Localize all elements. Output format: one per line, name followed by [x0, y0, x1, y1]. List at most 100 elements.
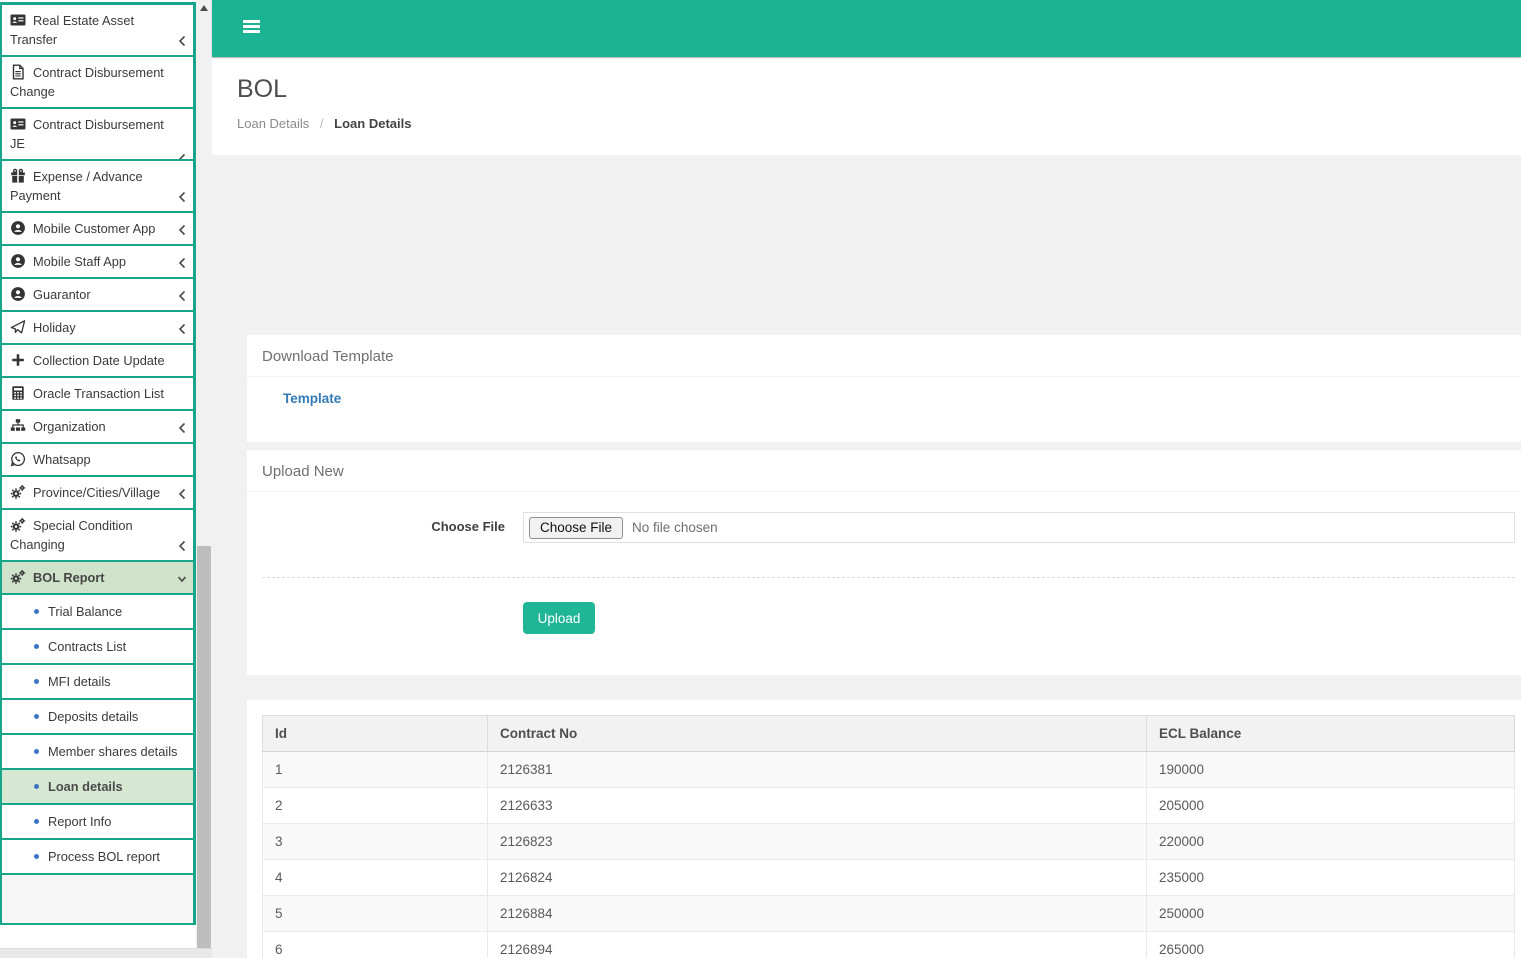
sidebar-item-province-cities-village[interactable]: Province/Cities/Village	[2, 477, 193, 510]
sidebar-item-organization[interactable]: Organization	[2, 411, 193, 444]
sidebar-item-label: Contract Disbursement JE	[10, 117, 164, 151]
sidebar-subitem-process-bol-report[interactable]: Process BOL report	[2, 840, 193, 875]
sidebar-subitem-deposits-details[interactable]: Deposits details	[2, 700, 193, 735]
chevron-left-icon	[177, 421, 187, 435]
template-download-link[interactable]: Template	[283, 391, 341, 406]
sidebar-item-guarantor[interactable]: Guarantor	[2, 279, 193, 312]
address-card-icon	[10, 116, 26, 132]
sidebar-item-label: Province/Cities/Village	[33, 485, 161, 500]
sidebar-item-contract-disbursement-je[interactable]: Contract Disbursement JE	[2, 109, 193, 161]
sidebar-scrollbar[interactable]	[196, 0, 212, 948]
sidebar-subitem-report-info[interactable]: Report Info	[2, 805, 193, 840]
upload-new-title: Upload New	[247, 450, 1521, 492]
chevron-left-icon	[177, 152, 187, 159]
user-circle-icon	[10, 220, 26, 236]
main-area: BOL Loan Details / Loan Details Download…	[212, 0, 1521, 958]
upload-button[interactable]: Upload	[523, 602, 595, 634]
sidebar-subitem-label: Deposits details	[48, 709, 139, 724]
download-template-card: Download Template Template	[247, 335, 1521, 442]
choose-file-label: Choose File	[431, 519, 505, 534]
chevron-down-icon	[177, 572, 187, 586]
cogs-icon	[10, 569, 26, 585]
sidebar-item-oracle-transaction-list[interactable]: Oracle Transaction List	[2, 378, 193, 411]
table-cell: 205000	[1146, 787, 1515, 824]
sidebar-subitem-mfi-details[interactable]: MFI details	[2, 665, 193, 700]
table-row: 1 2126381 190000	[262, 751, 1515, 788]
cogs-icon	[10, 484, 26, 500]
chevron-left-icon	[177, 322, 187, 336]
user-circle-icon	[10, 286, 26, 302]
sidebar-item-contract-disbursement-change[interactable]: Contract Disbursement Change	[2, 57, 193, 109]
bullet-icon	[34, 749, 39, 754]
sidebar-item-whatsapp[interactable]: Whatsapp	[2, 444, 193, 477]
scrollbar-up-arrow-icon[interactable]	[196, 0, 212, 16]
sitemap-icon	[10, 418, 26, 434]
sidebar-item-holiday[interactable]: Holiday	[2, 312, 193, 345]
sidebar-item-label: Whatsapp	[33, 452, 91, 467]
file-icon	[10, 64, 26, 80]
chevron-left-icon	[177, 539, 187, 553]
top-navbar	[212, 0, 1521, 57]
table-cell: 2126633	[487, 787, 1147, 824]
sidebar-item-collection-date-update[interactable]: Collection Date Update	[2, 345, 193, 378]
bullet-icon	[34, 784, 39, 789]
table-row: 2 2126633 205000	[262, 787, 1515, 824]
breadcrumb: Loan Details / Loan Details	[237, 116, 1521, 131]
table-cell: 2126894	[487, 931, 1147, 958]
sidebar-item-bol-report[interactable]: BOL Report	[2, 562, 193, 595]
content-header: BOL Loan Details / Loan Details	[212, 57, 1521, 155]
sidebar-subitem-trial-balance[interactable]: Trial Balance	[2, 595, 193, 630]
paper-plane-icon	[10, 319, 26, 335]
bullet-icon	[34, 679, 39, 684]
sidebar-item-mobile-customer-app[interactable]: Mobile Customer App	[2, 213, 193, 246]
file-chosen-status: No file chosen	[632, 520, 718, 535]
table-row: 3 2126823 220000	[262, 823, 1515, 860]
table-row: 6 2126894 265000	[262, 931, 1515, 958]
loan-details-table: Id Contract No ECL Balance 1 2126381 190000 2…	[262, 715, 1515, 958]
table-cell: 4	[262, 859, 488, 896]
table-cell: 6	[262, 931, 488, 958]
sidebar-menu: Real Estate Asset Transfer Contract Disbu…	[0, 2, 196, 925]
scrollbar-thumb[interactable]	[197, 546, 211, 948]
sidebar-subitem-label: Member shares details	[48, 744, 178, 759]
sidebar-subitem-label: MFI details	[48, 674, 111, 689]
sidebar-subitem-label: Report Info	[48, 814, 112, 829]
bullet-icon	[34, 644, 39, 649]
sidebar-subitem-member-shares-details[interactable]: Member shares details	[2, 735, 193, 770]
sidebar-item-label: Mobile Staff App	[33, 254, 126, 269]
sidebar-item-label: Special Condition Changing	[10, 518, 133, 552]
table-cell: 5	[262, 895, 488, 932]
sidebar-subitem-label: Contracts List	[48, 639, 127, 654]
bullet-icon	[34, 609, 39, 614]
hamburger-icon[interactable]	[243, 20, 260, 33]
table-cell: 2126824	[487, 859, 1147, 896]
sidebar-item-special-condition-changing[interactable]: Special Condition Changing	[2, 510, 193, 562]
table-cell: 2126884	[487, 895, 1147, 932]
loan-details-table-card: Id Contract No ECL Balance 1 2126381 190000 2…	[247, 700, 1521, 958]
bullet-icon	[34, 854, 39, 859]
table-cell: 250000	[1146, 895, 1515, 932]
address-card-icon	[10, 12, 26, 28]
sidebar-subitem-label: Process BOL report	[48, 849, 160, 864]
whatsapp-icon	[10, 451, 26, 467]
sidebar-item-mobile-staff-app[interactable]: Mobile Staff App	[2, 246, 193, 279]
breadcrumb-current: Loan Details	[334, 116, 412, 131]
file-input[interactable]: Choose File No file chosen	[523, 512, 1515, 543]
sidebar-item-expense-advance-payment[interactable]: Expense / Advance Payment	[2, 161, 193, 213]
chevron-left-icon	[177, 487, 187, 501]
sidebar-subitem-label: Trial Balance	[48, 604, 123, 619]
table-cell: 2126381	[487, 751, 1147, 788]
table-cell: 220000	[1146, 823, 1515, 860]
sidebar: Real Estate Asset Transfer Contract Disbu…	[0, 0, 196, 948]
sidebar-item-label: Guarantor	[33, 287, 91, 302]
chevron-left-icon	[177, 223, 187, 237]
choose-file-button[interactable]: Choose File	[529, 516, 624, 539]
chevron-left-icon	[177, 289, 187, 303]
gift-icon	[10, 168, 26, 184]
sidebar-item-real-estate-asset-transfer[interactable]: Real Estate Asset Transfer	[2, 5, 193, 57]
sidebar-item-label: Oracle Transaction List	[33, 386, 164, 401]
sidebar-subitem-contracts-list[interactable]: Contracts List	[2, 630, 193, 665]
sidebar-item-label: Mobile Customer App	[33, 221, 156, 236]
sidebar-subitem-loan-details[interactable]: Loan details	[2, 770, 193, 805]
breadcrumb-parent-link[interactable]: Loan Details	[237, 116, 309, 131]
